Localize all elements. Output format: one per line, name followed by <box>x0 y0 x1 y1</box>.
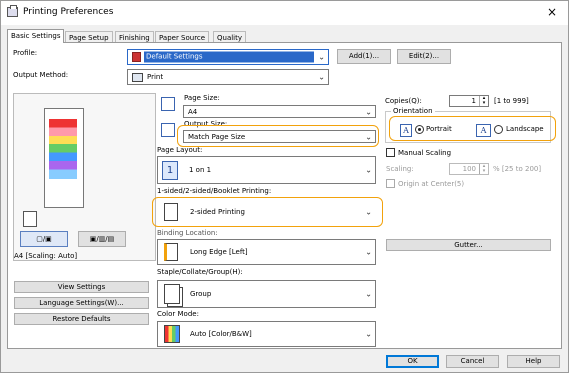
chevron-down-icon: ⌄ <box>365 289 372 299</box>
color-mode-icon <box>164 325 180 343</box>
scaling-range: % [25 to 200] <box>493 165 542 173</box>
output-method-value: Print <box>147 73 164 81</box>
copies-label: Copies(Q): <box>385 97 422 105</box>
chevron-down-icon: ⌄ <box>365 329 372 339</box>
page-layout-icon: 1 <box>162 161 178 180</box>
binding-location-value: Long Edge [Left] <box>190 248 248 256</box>
binding-location-dropdown[interactable]: Long Edge [Left] ⌄ <box>157 239 376 265</box>
staple-label: Staple/Collate/Group(H): <box>157 268 243 276</box>
gutter-button[interactable]: Gutter... <box>386 239 551 251</box>
scaling-value: 100 <box>462 165 476 173</box>
color-sample-bars <box>49 119 77 179</box>
copies-value: 1 <box>471 97 476 105</box>
edit-profile-button[interactable]: Edit(2)... <box>397 49 451 64</box>
staple-value: Group <box>190 290 212 298</box>
finishing-toggle-button[interactable]: ▣/▥/▤ <box>78 231 126 247</box>
page-layout-label: Page Layout: <box>157 146 203 154</box>
group-pages-icon <box>164 284 180 304</box>
color-mode-label: Color Mode: <box>157 310 199 318</box>
chevron-down-icon: ⌄ <box>365 107 372 116</box>
tab-basic-settings[interactable]: Basic Settings <box>7 29 65 43</box>
restore-defaults-button[interactable]: Restore Defaults <box>14 313 149 325</box>
chevron-down-icon: ⌄ <box>318 72 325 82</box>
page-preview-image <box>44 108 84 208</box>
page-layout-value: 1 on 1 <box>189 166 212 174</box>
binding-left-icon <box>164 243 178 261</box>
spinner-arrows-icon[interactable]: ▴ ▾ <box>479 96 488 106</box>
sided-printing-label: 1-sided/2-sided/Booklet Printing: <box>157 187 272 195</box>
orientation-highlight <box>389 116 556 141</box>
output-method-label: Output Method: <box>13 71 69 79</box>
profile-label: Profile: <box>13 49 38 57</box>
orientation-label: Orientation <box>391 107 435 115</box>
duplex-icon <box>23 211 37 227</box>
color-mode-dropdown[interactable]: Auto [Color/B&W] ⌄ <box>157 321 376 347</box>
ok-button[interactable]: OK <box>386 355 439 368</box>
preview-caption: A4 [Scaling: Auto] <box>14 252 78 260</box>
copies-spinner[interactable]: 1 ▴ ▾ <box>449 95 489 107</box>
title-bar: Printing Preferences × <box>1 1 568 25</box>
view-settings-button[interactable]: View Settings <box>14 281 149 293</box>
output-size-icon <box>161 123 175 137</box>
page-size-dropdown[interactable]: A4 ⌄ <box>183 105 376 118</box>
copies-range: [1 to 999] <box>494 97 529 105</box>
layout-toggle-button[interactable]: ▢/▣ <box>20 231 68 247</box>
sided-printing-highlight <box>152 197 383 227</box>
profile-value: Default Settings <box>144 51 314 63</box>
close-icon[interactable]: × <box>544 4 560 20</box>
manual-scaling-label: Manual Scaling <box>398 149 452 157</box>
scaling-label: Scaling: <box>386 165 414 173</box>
profile-dropdown[interactable]: Default Settings ⌄ <box>127 49 329 65</box>
chevron-down-icon: ⌄ <box>365 165 372 175</box>
language-settings-button[interactable]: Language Settings(W)... <box>14 297 149 309</box>
spinner-arrows-icon[interactable]: ▴ ▾ <box>479 164 488 174</box>
page-size-icon <box>161 97 175 111</box>
output-method-dropdown[interactable]: Print ⌄ <box>127 69 329 85</box>
printer-icon <box>132 73 143 82</box>
add-profile-button[interactable]: Add(1)... <box>337 49 391 64</box>
page-size-label: Page Size: <box>184 94 220 102</box>
print-preview: ▢/▣ ▣/▥/▤ <box>13 93 156 261</box>
staple-dropdown[interactable]: Group ⌄ <box>157 280 376 308</box>
profile-icon <box>132 52 141 62</box>
color-mode-value: Auto [Color/B&W] <box>190 330 252 338</box>
origin-at-center-checkbox[interactable] <box>386 179 395 188</box>
binding-location-label: Binding Location: <box>157 229 218 237</box>
page-layout-dropdown[interactable]: 1 1 on 1 ⌄ <box>157 156 376 184</box>
chevron-down-icon: ⌄ <box>318 52 325 62</box>
chevron-down-icon: ⌄ <box>365 247 372 257</box>
help-button[interactable]: Help <box>507 355 560 368</box>
window-title: Printing Preferences <box>23 7 114 17</box>
page-size-value: A4 <box>188 107 198 116</box>
cancel-button[interactable]: Cancel <box>446 355 499 368</box>
manual-scaling-checkbox[interactable] <box>386 148 395 157</box>
origin-at-center-label: Origin at Center(5) <box>398 180 465 188</box>
printing-preferences-window: Printing Preferences × Basic Settings Pa… <box>0 0 569 373</box>
printer-icon <box>7 5 18 17</box>
scaling-spinner[interactable]: 100 ▴ ▾ <box>449 163 489 175</box>
output-size-highlight <box>177 125 379 147</box>
